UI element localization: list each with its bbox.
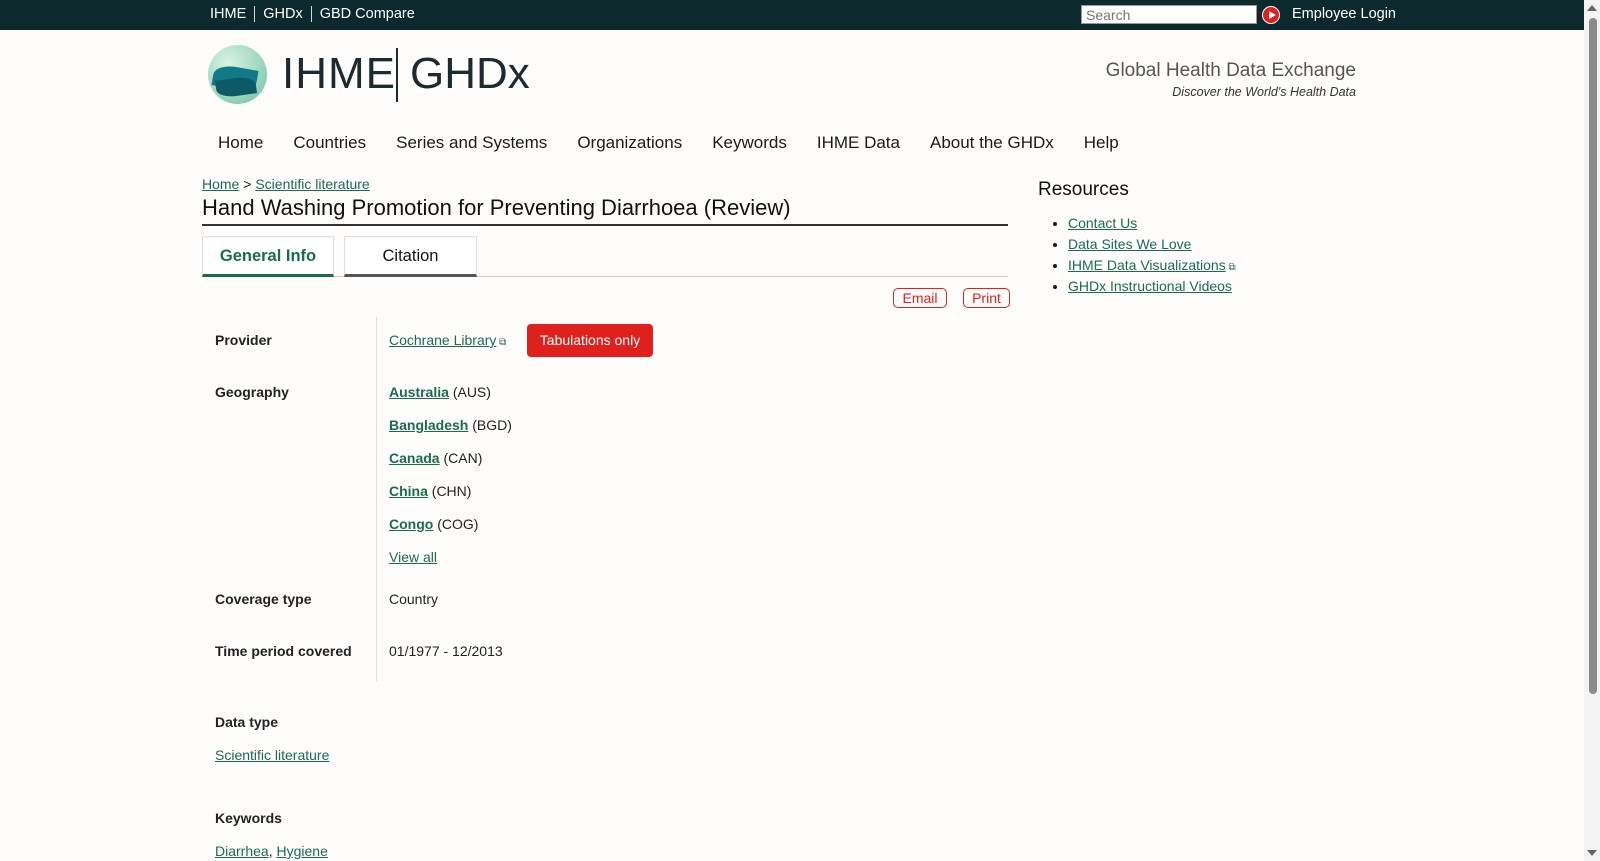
geography-item: Bangladesh (BGD) [389,417,512,433]
search-input[interactable] [1081,5,1257,24]
resource-item: Contact Us [1068,213,1236,234]
top-bar: IHME GHDx GBD Compare Employee Login [0,0,1584,30]
breadcrumb-separator: > [243,176,252,192]
external-link-icon: ⧉ [496,337,507,348]
geography-view-all: View all [389,549,437,565]
top-links: IHME GHDx GBD Compare [210,6,423,22]
geography-code: (AUS) [452,384,491,400]
logo-ghdx-text[interactable]: GHDx [410,50,530,98]
scroll-up-icon[interactable] [1587,5,1597,11]
geography-item: Congo (COG) [389,516,478,532]
breadcrumb-home[interactable]: Home [202,176,239,192]
nav-series-and-systems[interactable]: Series and Systems [396,133,547,153]
external-link-icon: ⧉ [1225,262,1236,273]
nav-countries[interactable]: Countries [293,133,366,153]
geography-item: Australia (AUS) [389,384,491,400]
tabulations-only-badge[interactable]: Tabulations only [527,324,653,357]
nav-help[interactable]: Help [1084,133,1119,153]
resource-visualizations[interactable]: IHME Data Visualizations [1068,257,1226,273]
time-period-label: Time period covered [215,643,352,659]
view-all-link[interactable]: View all [389,549,437,565]
top-link-ihme[interactable]: IHME [210,6,254,22]
resource-videos[interactable]: GHDx Instructional Videos [1068,278,1232,294]
geography-code: (BGD) [472,417,512,433]
search-submit-icon[interactable] [1262,6,1280,24]
main-nav: Home Countries Series and Systems Organi… [218,133,1149,153]
coverage-type-label: Coverage type [215,591,312,607]
resources-title: Resources [1038,179,1129,200]
tab-bar: General Info Citation [202,236,1008,277]
coverage-type-value: Country [389,591,439,607]
keywords-label: Keywords [215,810,282,826]
data-type-link[interactable]: Scientific literature [215,747,329,763]
geography-code: (CAN) [443,450,483,466]
geography-link[interactable]: China [389,483,428,499]
geography-link[interactable]: Bangladesh [389,417,468,433]
provider-value: Cochrane Library ⧉ [389,332,506,348]
tab-general-info[interactable]: General Info [202,236,334,277]
provider-label: Provider [215,332,272,348]
geography-code: (CHN) [431,483,472,499]
page-title: Hand Washing Promotion for Preventing Di… [202,195,1008,226]
tab-citation[interactable]: Citation [344,236,477,277]
time-period-value: 01/1977 - 12/2013 [389,643,503,659]
ihme-logo-icon[interactable] [208,45,267,104]
nav-about[interactable]: About the GHDx [930,133,1054,153]
geography-item: Canada (CAN) [389,450,482,466]
logo-ihme-text[interactable]: IHME [282,50,396,98]
geography-link[interactable]: Canada [389,450,440,466]
scroll-down-icon[interactable] [1587,850,1597,856]
geography-code: (COG) [437,516,479,532]
top-link-ghdx[interactable]: GHDx [254,6,310,22]
breadcrumb: Home > Scientific literature [202,176,370,192]
geography-item: China (CHN) [389,483,471,499]
resource-item: GHDx Instructional Videos [1068,276,1236,297]
logo-divider [396,48,398,102]
geography-link[interactable]: Australia [389,384,449,400]
print-button[interactable]: Print [963,288,1010,308]
nav-organizations[interactable]: Organizations [577,133,682,153]
email-button[interactable]: Email [893,288,947,308]
nav-ihme-data[interactable]: IHME Data [817,133,900,153]
resource-contact-us[interactable]: Contact Us [1068,215,1137,231]
keywords-value: Diarrhea, Hygiene [215,843,328,859]
top-link-gbd-compare[interactable]: GBD Compare [310,6,423,22]
employee-login-link[interactable]: Employee Login [1292,6,1396,22]
geography-label: Geography [215,384,289,400]
geography-link[interactable]: Congo [389,516,433,532]
keyword-link[interactable]: Diarrhea [215,843,269,859]
site-subtagline: Discover the World's Health Data [1172,85,1356,99]
scrollbar-thumb[interactable] [1589,18,1597,694]
resource-item: Data Sites We Love [1068,234,1236,255]
fields-divider [376,317,377,681]
nav-home[interactable]: Home [218,133,263,153]
site-tagline: Global Health Data Exchange [1105,60,1356,81]
keyword-link[interactable]: Hygiene [276,843,327,859]
provider-link[interactable]: Cochrane Library [389,332,496,348]
resource-item: IHME Data Visualizations ⧉ [1068,255,1236,276]
data-type-value: Scientific literature [215,747,329,763]
data-type-label: Data type [215,714,279,730]
breadcrumb-current[interactable]: Scientific literature [255,176,369,192]
nav-keywords[interactable]: Keywords [712,133,787,153]
resource-data-sites[interactable]: Data Sites We Love [1068,236,1191,252]
resources-list: Contact Us Data Sites We Love IHME Data … [1068,213,1236,297]
